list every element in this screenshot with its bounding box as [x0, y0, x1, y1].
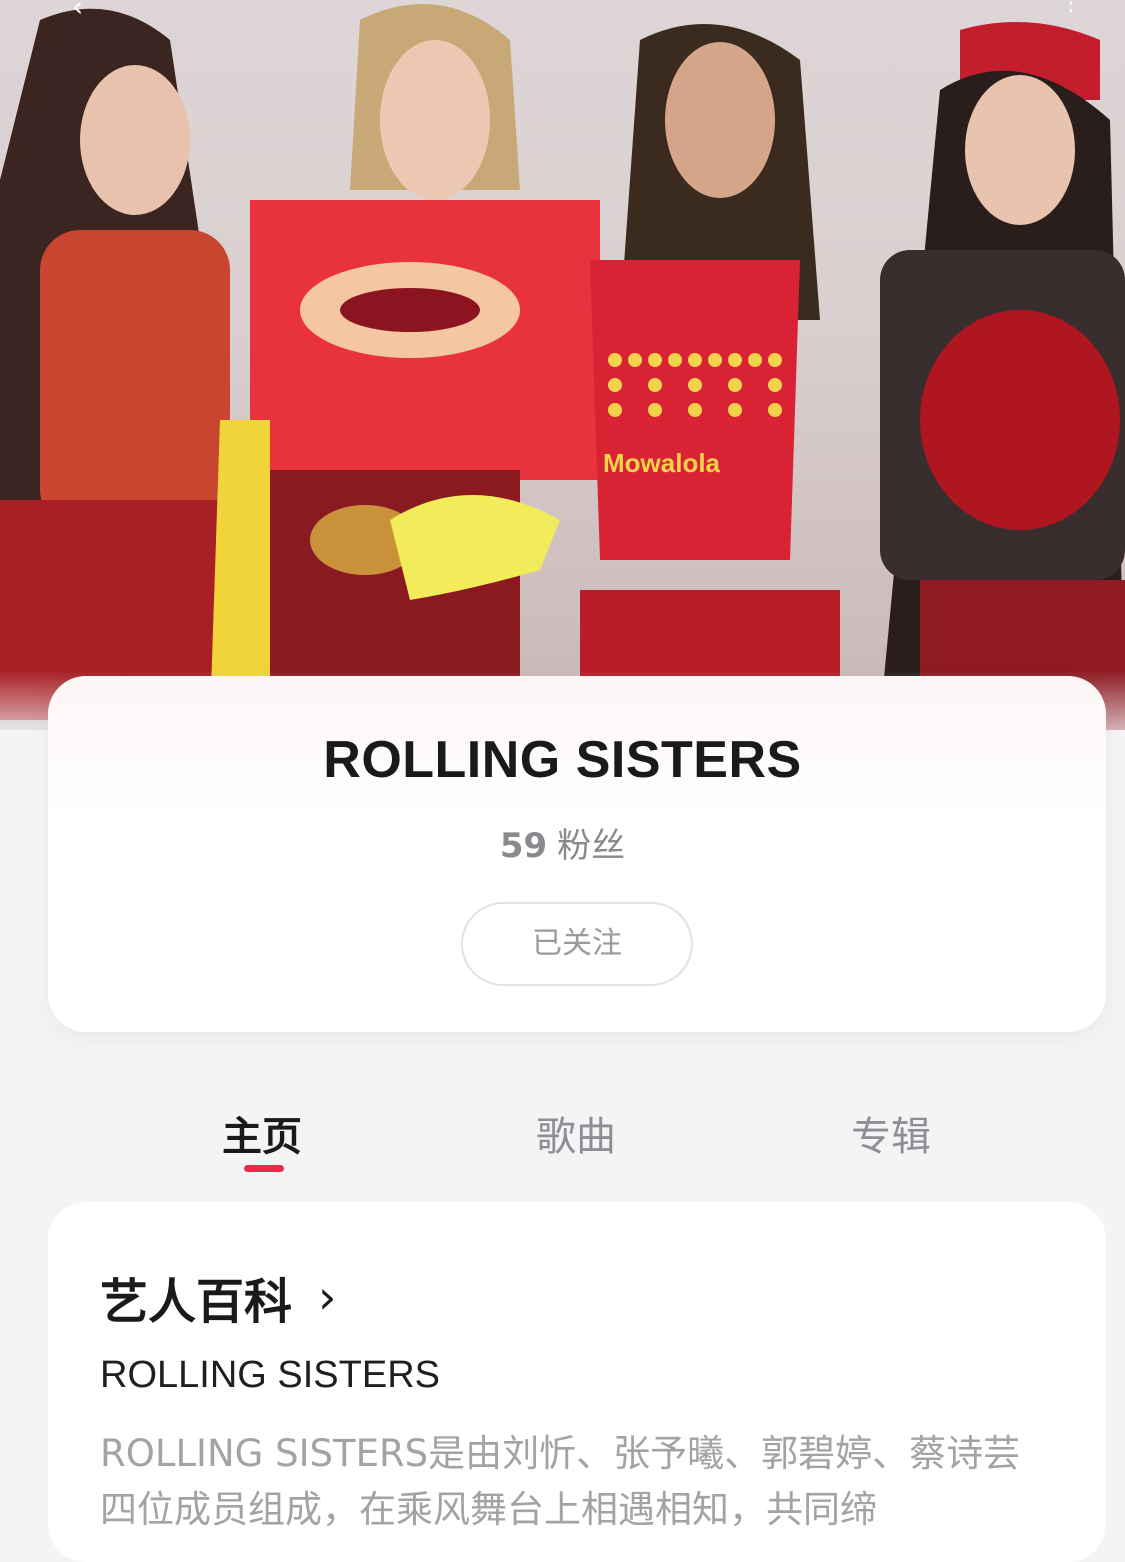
- fans-count: 59 粉丝: [0, 818, 1125, 867]
- artist-name: ROLLING SISTERS: [323, 731, 802, 789]
- wiki-subtitle: ROLLING SISTERS: [100, 1354, 440, 1396]
- wiki-header[interactable]: 艺人百科 ›: [100, 1262, 336, 1332]
- tab-albums[interactable]: 专辑: [811, 1104, 971, 1162]
- back-button[interactable]: ‹: [72, 0, 98, 23]
- hero-banner: Mowalola: [0, 0, 1125, 730]
- tab-active-indicator: [244, 1165, 284, 1172]
- chevron-right-icon: ›: [318, 1270, 337, 1324]
- more-button[interactable]: ⋮: [1060, 0, 1082, 18]
- fans-number: 59: [499, 826, 548, 866]
- fans-label: 粉丝: [557, 826, 626, 866]
- more-vertical-icon: ⋮: [1060, 0, 1082, 16]
- svg-text:Mowalola: Mowalola: [603, 448, 721, 478]
- wiki-title: 艺人百科: [100, 1274, 293, 1330]
- tab-songs[interactable]: 歌曲: [496, 1104, 656, 1162]
- tab-home[interactable]: 主页: [182, 1104, 342, 1162]
- wiki-description: ROLLING SISTERS是由刘忻、张予曦、郭碧婷、蔡诗芸四位成员组成，在乘…: [100, 1432, 1021, 1531]
- follow-button[interactable]: 已关注: [461, 902, 693, 986]
- chevron-left-icon: ‹: [72, 0, 84, 23]
- hero-photo: Mowalola: [0, 4, 1125, 730]
